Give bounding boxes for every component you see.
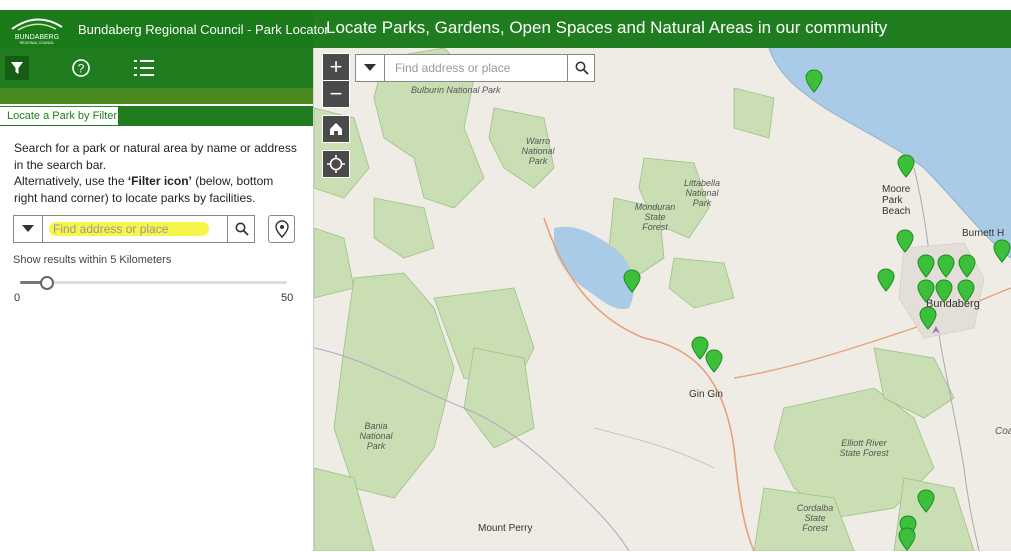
park-marker-pin-icon[interactable] — [805, 69, 823, 93]
slider-min-label: 0 — [14, 292, 21, 304]
location-pin-icon — [274, 220, 289, 238]
tab-label: Locate a Park by Filter — [7, 110, 118, 122]
map-title: Locate Parks, Gardens, Open Spaces and N… — [326, 18, 888, 37]
desc-filter-icon-ref: ‘Filter icon’ — [127, 174, 192, 188]
filter-tool-button[interactable] — [5, 56, 29, 80]
search-source-dropdown[interactable] — [14, 216, 43, 242]
filter-icon — [11, 62, 23, 74]
zoom-control: + − — [322, 53, 350, 108]
bulburin-label: Bulburin National Park — [411, 85, 501, 95]
crosshair-icon — [327, 155, 345, 173]
gin-gin-label: Gin Gin — [689, 389, 723, 400]
panel-search: Find address or place — [13, 215, 255, 243]
park-marker-pin-icon[interactable] — [919, 306, 937, 330]
list-tool-button[interactable] — [132, 56, 156, 80]
slider-handle[interactable] — [39, 276, 54, 290]
sidebar: ? Locate a Park by Filter Search for a p… — [0, 48, 314, 552]
warro-label: Warro National Park — [521, 136, 555, 166]
park-marker-pin-icon[interactable] — [917, 254, 935, 278]
park-marker-pin-icon[interactable] — [623, 269, 641, 293]
help-icon: ? — [72, 59, 90, 77]
radius-slider[interactable] — [20, 276, 287, 290]
park-marker-pin-icon[interactable] — [877, 268, 895, 292]
moore-park-label: Moore Park Beach — [882, 184, 911, 217]
mount-perry-label: Mount Perry — [478, 523, 533, 534]
slider-max-label: 50 — [281, 292, 294, 304]
park-marker-pin-icon[interactable] — [917, 279, 935, 303]
desc-line-2a: Alternatively, use the — [14, 174, 128, 188]
map-basemap — [314, 48, 1011, 551]
home-button[interactable] — [322, 115, 350, 143]
search-input[interactable]: Find address or place — [43, 216, 226, 242]
filter-panel: Search for a park or natural area by nam… — [0, 125, 313, 552]
sidebar-toolbar: ? — [0, 48, 313, 88]
radius-label: Show results within 5 Kilometers — [13, 254, 172, 266]
search-icon — [235, 222, 249, 236]
home-icon — [330, 123, 342, 135]
map-search-source-dropdown[interactable] — [356, 55, 385, 81]
park-marker-pin-icon[interactable] — [993, 239, 1011, 263]
logo-subtext: REGIONAL COUNCIL — [20, 41, 55, 45]
littabella-label: Littabella National Park — [683, 178, 721, 208]
app-header: BUNDABERG REGIONAL COUNCIL Bundaberg Reg… — [0, 10, 1011, 48]
map-search: Find address or place — [355, 54, 595, 82]
top-strip — [0, 0, 1011, 10]
tab-locate-by-filter[interactable]: Locate a Park by Filter — [0, 106, 118, 125]
map-search-placeholder: Find address or place — [395, 61, 511, 75]
tab-rule — [118, 106, 313, 125]
svg-text:?: ? — [78, 62, 85, 76]
park-marker-pin-icon[interactable] — [705, 349, 723, 373]
toolbar-band — [0, 88, 313, 104]
search-icon — [575, 61, 589, 75]
map-view[interactable]: Bulburin National Park Warro National Pa… — [314, 48, 1011, 551]
list-icon — [134, 60, 154, 76]
zoom-in-button[interactable]: + — [323, 54, 349, 80]
search-button[interactable] — [227, 216, 255, 242]
burnett-label: Burnett H — [962, 228, 1005, 239]
park-marker-pin-icon[interactable] — [917, 489, 935, 513]
caret-down-icon — [22, 225, 34, 232]
help-tool-button[interactable]: ? — [69, 56, 93, 80]
park-marker-pin-icon[interactable] — [896, 229, 914, 253]
park-marker-pin-icon[interactable] — [957, 279, 975, 303]
my-location-button[interactable] — [322, 150, 350, 178]
council-logo: BUNDABERG REGIONAL COUNCIL — [11, 18, 63, 45]
app-title: Bundaberg Regional Council - Park Locato… — [78, 22, 329, 37]
elliott-label: Elliott River State Forest — [839, 438, 889, 458]
park-marker-pin-icon[interactable] — [935, 279, 953, 303]
park-marker-pin-icon[interactable] — [937, 254, 955, 278]
caret-down-icon — [364, 64, 376, 71]
bania-label: Bania National Park — [359, 421, 393, 451]
desc-line-1: Search for a park or natural area by nam… — [14, 141, 297, 172]
search-placeholder: Find address or place — [53, 222, 169, 236]
monduran-label: Monduran State Forest — [634, 202, 676, 232]
header-left: BUNDABERG REGIONAL COUNCIL Bundaberg Reg… — [0, 10, 329, 48]
locate-me-button[interactable] — [268, 215, 295, 243]
park-marker-pin-icon[interactable] — [958, 254, 976, 278]
park-marker-pin-icon[interactable] — [898, 527, 916, 551]
coast-label: Coa — [995, 426, 1011, 437]
map-search-button[interactable] — [567, 55, 595, 81]
park-marker-pin-icon[interactable] — [897, 154, 915, 178]
logo-text: BUNDABERG — [15, 34, 59, 41]
panel-description: Search for a park or natural area by nam… — [14, 140, 298, 206]
map-search-input[interactable]: Find address or place — [385, 55, 566, 81]
cordalba-label: Cordalba State Forest — [796, 503, 834, 533]
zoom-out-button[interactable]: − — [323, 81, 349, 107]
